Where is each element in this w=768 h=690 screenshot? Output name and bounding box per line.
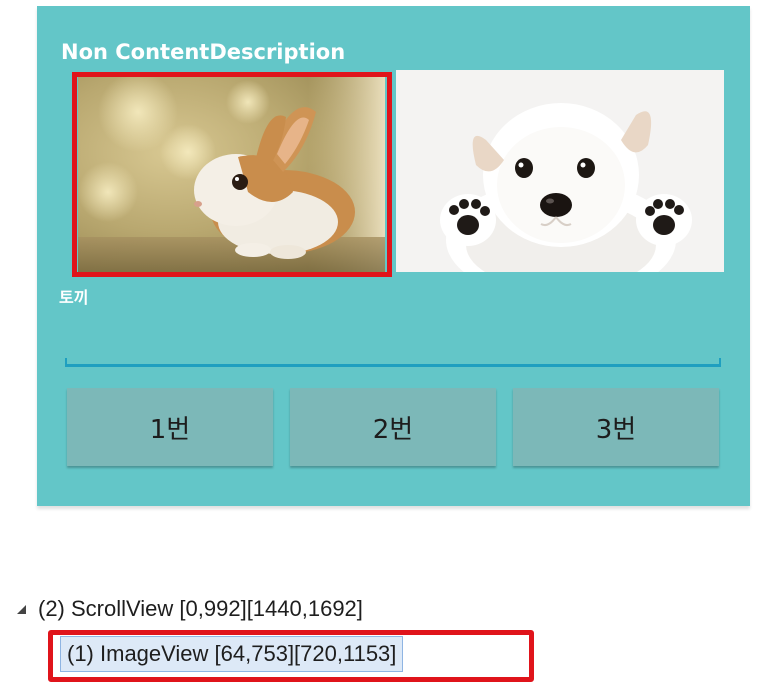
tree-node-imageview-label: (1) ImageView [64,753][720,1153] bbox=[67, 641, 397, 666]
view-hierarchy-tree: (2) ScrollView [0,992][1440,1692] (1) Im… bbox=[0, 590, 768, 690]
text-input[interactable] bbox=[67, 336, 719, 367]
tree-node-imageview[interactable]: (1) ImageView [64,753][720,1153] bbox=[60, 636, 404, 672]
rabbit-icon bbox=[78, 72, 385, 272]
rabbit-image[interactable] bbox=[78, 72, 385, 272]
screen-title: Non ContentDescription bbox=[61, 40, 346, 64]
app-screen-panel: Non ContentDescription 토끼 1번 2번 3번 bbox=[37, 6, 750, 506]
button-3[interactable]: 3번 bbox=[513, 388, 719, 466]
puppy-icon bbox=[396, 70, 724, 272]
image-caption: 토끼 bbox=[59, 288, 89, 307]
tree-node-scrollview[interactable]: (2) ScrollView [0,992][1440,1692] bbox=[14, 596, 363, 622]
puppy-image[interactable] bbox=[396, 70, 724, 272]
tree-node-scrollview-label: (2) ScrollView [0,992][1440,1692] bbox=[38, 596, 363, 621]
button-2[interactable]: 2번 bbox=[290, 388, 496, 466]
expand-triangle-icon[interactable] bbox=[14, 602, 28, 616]
button-1[interactable]: 1번 bbox=[67, 388, 273, 466]
